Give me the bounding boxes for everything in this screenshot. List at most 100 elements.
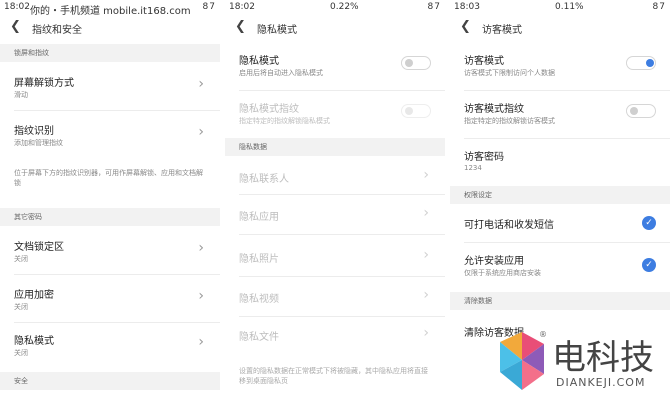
privacy-files-label: 隐私文件 <box>239 332 279 343</box>
divider <box>464 242 670 243</box>
divider <box>464 90 670 91</box>
guest-mode-toggle-item[interactable]: 访客模式 访客模式下限制访问个人数据 <box>464 48 656 84</box>
privacy-mode-item[interactable]: 隐私模式 关闭 › <box>14 328 206 364</box>
divider <box>14 322 220 323</box>
guest-password-item[interactable]: 访客密码 1234 <box>464 144 656 180</box>
status-bar: 18:02 0.22% 87 <box>225 0 445 14</box>
toggle-knob <box>405 107 413 115</box>
lock-method-label: 屏幕解锁方式 <box>14 78 74 89</box>
section-privacy-data: 隐私数据 <box>225 138 445 156</box>
chevron-right-icon: › <box>198 240 204 256</box>
fingerprint-note: 位于屏幕下方的指纹识别器，可用作屏幕解锁、应用和文档解锁 <box>14 169 203 187</box>
guest-password-label: 访客密码 <box>464 152 504 163</box>
chevron-right-icon: › <box>198 124 204 140</box>
app-encrypt-item[interactable]: 应用加密 关闭 › <box>14 280 206 316</box>
page-title: 隐私模式 <box>257 25 297 36</box>
guest-mode-toggle[interactable] <box>626 56 656 70</box>
back-arrow-icon[interactable]: ❮ <box>10 19 21 34</box>
chevron-right-icon: › <box>423 325 429 341</box>
toggle-knob <box>405 59 413 67</box>
privacy-fingerprint-toggle[interactable] <box>401 104 431 118</box>
chevron-right-icon: › <box>423 247 429 263</box>
lock-method-value: 滑动 <box>14 91 28 99</box>
divider <box>239 316 445 317</box>
calls-sms-label: 可打电话和收发短信 <box>464 220 554 231</box>
guest-mode-desc: 访客模式下限制访问个人数据 <box>464 69 555 77</box>
chevron-right-icon: › <box>198 76 204 92</box>
divider <box>239 234 445 235</box>
fingerprint-sub: 添加和管理指纹 <box>14 139 63 147</box>
back-arrow-icon[interactable]: ❮ <box>460 19 471 34</box>
privacy-photos-item[interactable]: 隐私照片 › <box>239 244 431 268</box>
guest-mode-label: 访客模式 <box>464 56 504 67</box>
section-clear-data: 清除数据 <box>450 292 670 310</box>
guest-fingerprint-item[interactable]: 访客模式指纹 指定特定的指纹解锁访客模式 <box>464 96 656 132</box>
privacy-fingerprint-label: 隐私模式指纹 <box>239 104 299 115</box>
privacy-videos-item[interactable]: 隐私视频 › <box>239 284 431 308</box>
privacy-files-item[interactable]: 隐私文件 › <box>239 322 431 346</box>
privacy-contacts-item[interactable]: 隐私联系人 › <box>239 164 431 188</box>
install-apps-item[interactable]: 允许安装应用 仅限于系统应用商店安装 ✓ <box>464 248 656 284</box>
watermark-text: 你的・手机频道 mobile.it168.com <box>30 6 191 17</box>
battery-level: 87 <box>202 2 216 12</box>
privacy-mode-label: 隐私模式 <box>14 336 54 347</box>
registered-mark: ® <box>539 330 547 339</box>
status-time: 18:03 <box>454 2 480 12</box>
install-apps-label: 允许安装应用 <box>464 256 524 267</box>
chevron-right-icon: › <box>198 334 204 350</box>
privacy-photos-label: 隐私照片 <box>239 254 279 265</box>
divider <box>239 276 445 277</box>
check-icon[interactable]: ✓ <box>642 258 656 272</box>
title-bar: ❮ 指纹和安全 <box>0 16 220 38</box>
divider <box>14 110 220 111</box>
privacy-contacts-label: 隐私联系人 <box>239 174 289 185</box>
privacy-fingerprint-desc: 指定特定的指纹解锁隐私模式 <box>239 117 330 125</box>
calls-sms-item[interactable]: 可打电话和收发短信 ✓ <box>464 210 656 238</box>
guest-fingerprint-toggle[interactable] <box>626 104 656 118</box>
chevron-right-icon: › <box>198 288 204 304</box>
doc-lock-item[interactable]: 文档锁定区 关闭 › <box>14 232 206 268</box>
divider <box>464 138 670 139</box>
status-bar: 18:03 0.11% 87 <box>450 0 670 14</box>
guest-fingerprint-label: 访客模式指纹 <box>464 104 524 115</box>
logo-mark-icon <box>500 332 544 390</box>
diankeji-logo: ® 电科技 DIANKEJI.COM <box>496 330 666 394</box>
doc-lock-value: 关闭 <box>14 255 28 263</box>
title-bar: ❮ 访客模式 <box>450 16 670 38</box>
logo-domain: DIANKEJI.COM <box>556 376 646 389</box>
privacy-data-note: 设置的隐私数据在正常模式下将被隐藏，其中隐私应用将直接移到桌面隐私页 <box>239 367 428 385</box>
logo-text: 电科技 <box>552 338 654 378</box>
app-encrypt-label: 应用加密 <box>14 290 54 301</box>
section-other-password: 其它密码 <box>0 208 220 226</box>
fingerprint-label: 指纹识别 <box>14 126 54 137</box>
app-encrypt-value: 关闭 <box>14 303 28 311</box>
lock-method-item[interactable]: 屏幕解锁方式 滑动 › <box>14 68 206 104</box>
install-apps-desc: 仅限于系统应用商店安装 <box>464 269 541 277</box>
privacy-apps-label: 隐私应用 <box>239 212 279 223</box>
section-permissions: 权限设定 <box>450 186 670 204</box>
guest-password-value: 1234 <box>464 164 482 172</box>
status-bar: 18:02 你的・手机频道 mobile.it168.com 87 <box>0 0 220 17</box>
toggle-knob <box>630 107 638 115</box>
privacy-mode-label: 隐私模式 <box>239 56 279 67</box>
section-security: 安全 <box>0 372 220 390</box>
doc-lock-label: 文档锁定区 <box>14 242 64 253</box>
privacy-fingerprint-item[interactable]: 隐私模式指纹 指定特定的指纹解锁隐私模式 <box>239 96 431 132</box>
battery-level: 87 <box>427 2 441 12</box>
toggle-knob <box>646 59 654 67</box>
privacy-mode-toggle-item[interactable]: 隐私模式 启用后将自动进入隐私模式 <box>239 48 431 84</box>
network-speed: 0.22% <box>330 2 359 12</box>
battery-level: 87 <box>652 2 666 12</box>
section-lock-fingerprint: 锁屏和指纹 <box>0 44 220 62</box>
chevron-right-icon: › <box>423 205 429 221</box>
privacy-mode-value: 关闭 <box>14 349 28 357</box>
fingerprint-item[interactable]: 指纹识别 添加和管理指纹 › <box>14 116 206 152</box>
page-title: 指纹和安全 <box>32 25 82 36</box>
back-arrow-icon[interactable]: ❮ <box>235 19 246 34</box>
chevron-right-icon: › <box>423 167 429 183</box>
check-icon[interactable]: ✓ <box>642 216 656 230</box>
screen-privacy-mode: 18:02 0.22% 87 ❮ 隐私模式 隐私模式 启用后将自动进入隐私模式 … <box>225 0 445 396</box>
privacy-apps-item[interactable]: 隐私应用 › <box>239 202 431 226</box>
divider <box>239 194 445 195</box>
privacy-mode-toggle[interactable] <box>401 56 431 70</box>
